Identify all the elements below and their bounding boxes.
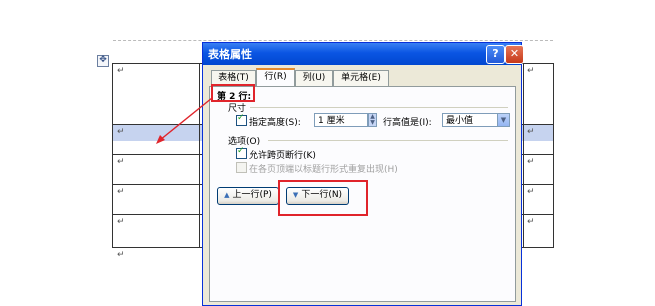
annotation-arrow bbox=[156, 97, 213, 144]
